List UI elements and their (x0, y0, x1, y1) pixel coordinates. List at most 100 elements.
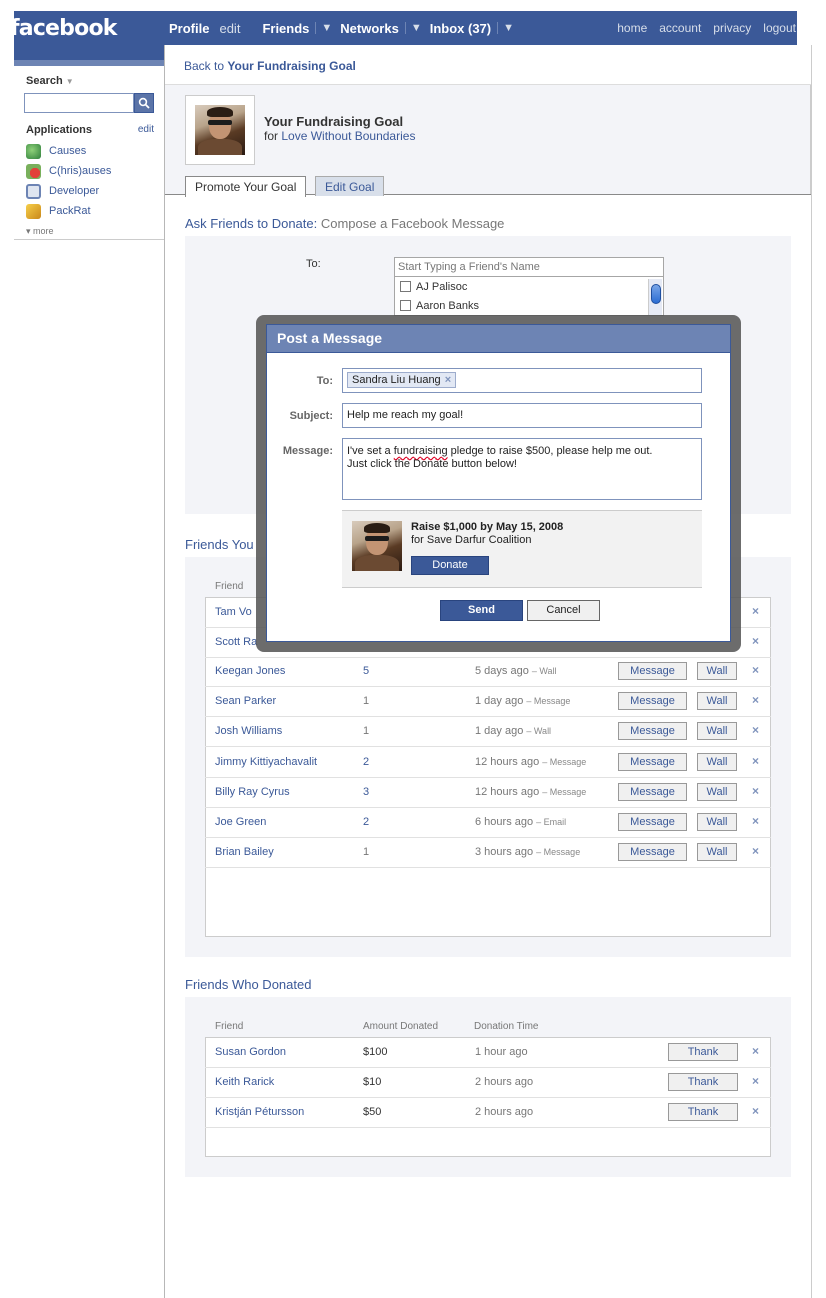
friend-name-link[interactable]: Billy Ray Cyrus (215, 786, 290, 798)
wall-button[interactable]: Wall (697, 843, 737, 861)
app-item-causes[interactable]: Causes (26, 143, 86, 159)
donation-amount: $10 (363, 1076, 382, 1088)
dialog-to-field[interactable]: Sandra Liu Huang × (342, 368, 702, 393)
friend-selector-list[interactable]: AJ Palisoc Aaron Banks (394, 276, 664, 316)
friend-checkbox[interactable] (400, 281, 411, 292)
friend-option[interactable]: AJ Palisoc (395, 277, 663, 296)
asked-count[interactable]: 3 (363, 786, 369, 798)
search-caret-icon[interactable]: ▼ (66, 77, 74, 86)
thank-button[interactable]: Thank (668, 1103, 738, 1121)
remove-recipient-icon[interactable]: × (445, 374, 451, 386)
friend-name-link[interactable]: Jimmy Kittiyachavalit (215, 756, 317, 768)
applications-edit-link[interactable]: edit (138, 124, 154, 135)
message-button[interactable]: Message (618, 662, 687, 680)
message-button[interactable]: Message (618, 722, 687, 740)
friend-name-link[interactable]: Keegan Jones (215, 665, 285, 677)
app-item-developer[interactable]: Developer (26, 183, 99, 199)
friend-name-link[interactable]: Scott Ra (215, 636, 257, 648)
friend-name-link[interactable]: Josh Williams (215, 725, 282, 737)
right-border (811, 45, 812, 1298)
back-link-target[interactable]: Your Fundraising Goal (227, 59, 355, 73)
friend-name-link[interactable]: Brian Bailey (215, 846, 274, 858)
tab-edit-goal[interactable]: Edit Goal (315, 176, 385, 196)
asked-count[interactable]: 2 (363, 816, 369, 828)
message-button[interactable]: Message (618, 813, 687, 831)
goal-attachment: Raise $1,000 by May 15, 2008 for Save Da… (342, 510, 702, 588)
goal-cause-link[interactable]: Love Without Boundaries (281, 129, 415, 143)
app-item-packrat[interactable]: PackRat (26, 203, 91, 219)
nav-inbox-dropdown-icon[interactable]: ▼ (497, 22, 514, 34)
compose-title: Ask Friends to Donate: (185, 216, 318, 231)
friend-name-link[interactable]: Tam Vo (215, 606, 252, 618)
friend-option[interactable]: Aaron Banks (395, 296, 663, 315)
thank-button[interactable]: Thank (668, 1073, 738, 1091)
remove-icon[interactable]: × (752, 1074, 759, 1088)
remove-icon[interactable]: × (752, 784, 759, 798)
attachment-photo (352, 521, 402, 571)
search-button[interactable] (134, 93, 154, 113)
last-asked-via: – Email (536, 817, 567, 827)
search-input[interactable] (24, 93, 134, 113)
message-button[interactable]: Message (618, 783, 687, 801)
donated-col-amount: Amount Donated (363, 1021, 439, 1032)
facebook-logo[interactable]: facebook (10, 16, 117, 41)
last-asked-via: – Wall (531, 666, 557, 676)
back-link[interactable]: Back to Your Fundraising Goal (184, 59, 356, 73)
nav-logout[interactable]: logout (763, 21, 796, 35)
thank-button[interactable]: Thank (668, 1043, 738, 1061)
friend-checkbox[interactable] (400, 300, 411, 311)
asked-count[interactable]: 2 (363, 756, 369, 768)
remove-icon[interactable]: × (752, 663, 759, 677)
message-button[interactable]: Message (618, 843, 687, 861)
scrollbar-thumb[interactable] (651, 284, 661, 304)
search-label[interactable]: Search ▼ (26, 75, 74, 87)
tab-promote-goal[interactable]: Promote Your Goal (185, 176, 307, 197)
friend-search-input[interactable]: Start Typing a Friend's Name (394, 257, 664, 277)
remove-icon[interactable]: × (752, 754, 759, 768)
dialog-message-textarea[interactable]: I've set a fundraising pledge to raise $… (342, 438, 702, 500)
search-icon (138, 97, 150, 109)
wall-button[interactable]: Wall (697, 692, 737, 710)
nav-friends-dropdown-icon[interactable]: ▼ (315, 22, 332, 34)
donate-button[interactable]: Donate (411, 556, 489, 575)
remove-icon[interactable]: × (752, 723, 759, 737)
asked-table-row: Josh Williams 1 1 day ago – Wall Message Wal… (205, 717, 771, 747)
remove-icon[interactable]: × (752, 634, 759, 648)
friend-name-link[interactable]: Sean Parker (215, 695, 276, 707)
wall-button[interactable]: Wall (697, 722, 737, 740)
nav-networks-dropdown-icon[interactable]: ▼ (404, 22, 422, 34)
remove-icon[interactable]: × (752, 1044, 759, 1058)
asked-count[interactable]: 5 (363, 665, 369, 677)
wall-button[interactable]: Wall (697, 813, 737, 831)
nav-inbox[interactable]: Inbox (37) (430, 21, 491, 36)
more-apps-link[interactable]: ▾ more (26, 226, 54, 237)
app-item-chrisauses[interactable]: C(hris)auses (26, 163, 111, 179)
goal-profile-photo[interactable] (185, 95, 255, 165)
donor-name-link[interactable]: Susan Gordon (215, 1046, 286, 1058)
donor-name-link[interactable]: Keith Rarick (215, 1076, 274, 1088)
cancel-button[interactable]: Cancel (527, 600, 600, 621)
message-button[interactable]: Message (618, 692, 687, 710)
nav-friends[interactable]: Friends (262, 21, 309, 36)
remove-icon[interactable]: × (752, 1104, 759, 1118)
friend-list-scrollbar[interactable] (648, 279, 662, 315)
nav-profile[interactable]: Profile (169, 21, 209, 36)
remove-icon[interactable]: × (752, 844, 759, 858)
nav-profile-edit[interactable]: edit (219, 21, 240, 36)
dialog-subject-input[interactable]: Help me reach my goal! (342, 403, 702, 428)
wall-button[interactable]: Wall (697, 662, 737, 680)
friend-name-link[interactable]: Joe Green (215, 816, 266, 828)
remove-icon[interactable]: × (752, 814, 759, 828)
remove-icon[interactable]: × (752, 604, 759, 618)
nav-home[interactable]: home (617, 21, 647, 35)
message-button[interactable]: Message (618, 753, 687, 771)
donor-name-link[interactable]: Kristján Pétursson (215, 1106, 304, 1118)
message-text-end: pledge to raise $500, please help me out… (450, 445, 653, 457)
nav-networks[interactable]: Networks (340, 21, 399, 36)
wall-button[interactable]: Wall (697, 753, 737, 771)
send-button[interactable]: Send (440, 600, 523, 621)
nav-privacy[interactable]: privacy (713, 21, 751, 35)
remove-icon[interactable]: × (752, 693, 759, 707)
wall-button[interactable]: Wall (697, 783, 737, 801)
nav-account[interactable]: account (659, 21, 701, 35)
